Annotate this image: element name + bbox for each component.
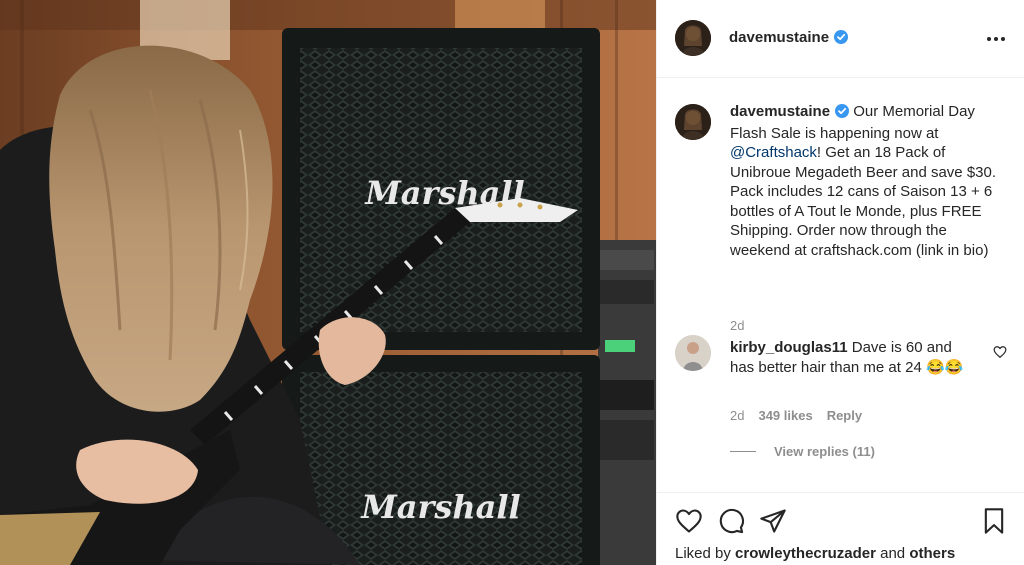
comments-section[interactable]: davemustaine Our Memorial Day Flash Sale… xyxy=(657,78,1024,490)
verified-badge-icon xyxy=(834,30,849,48)
commenter-username[interactable]: kirby_douglas11 xyxy=(730,339,848,356)
author-username[interactable]: davemustaine xyxy=(729,29,829,46)
author-avatar[interactable] xyxy=(675,20,711,56)
liked-by-joiner: and xyxy=(875,545,910,562)
author-username-header[interactable]: davemustaine xyxy=(729,29,849,48)
liked-by-prefix: Liked by xyxy=(675,545,736,562)
caption-text: davemustaine Our Memorial Day Flash Sale… xyxy=(730,102,1005,260)
comment-timestamp: 2d xyxy=(730,408,745,423)
liked-by-line: Liked by crowleythecruzader and others xyxy=(675,545,955,562)
caption-timestamp: 2d xyxy=(730,318,745,333)
liked-by-user-link[interactable]: crowleythecruzader xyxy=(735,545,876,562)
view-replies-label[interactable]: View replies (11) xyxy=(774,444,875,459)
caption-username[interactable]: davemustaine xyxy=(730,103,830,120)
liked-by-others-link[interactable]: others xyxy=(909,545,955,562)
comment-reply-button[interactable]: Reply xyxy=(827,408,862,423)
post-action-bar: Liked by crowleythecruzader and others xyxy=(657,492,1024,565)
verified-badge-icon xyxy=(835,104,850,124)
more-options-icon[interactable] xyxy=(983,26,1009,52)
replies-divider-line xyxy=(730,451,756,452)
view-replies-button[interactable]: View replies (11) xyxy=(730,444,875,459)
caption-author-avatar[interactable] xyxy=(675,104,711,140)
guitarist-photo: Marshall Marshall xyxy=(0,0,656,565)
post-photo[interactable]: Marshall Marshall xyxy=(0,0,656,565)
post-side-panel: davemustaine davemustaine Our Memorial D… xyxy=(656,0,1024,565)
post-header: davemustaine xyxy=(657,0,1024,78)
caption-mention-link[interactable]: @Craftshack xyxy=(730,144,817,161)
comment-icon[interactable] xyxy=(717,507,745,535)
commenter-avatar[interactable] xyxy=(675,335,711,371)
comment-text: kirby_douglas11 Dave is 60 and has bette… xyxy=(730,338,975,377)
instagram-post: Marshall Marshall davemustaine davemusta… xyxy=(0,0,1024,565)
amp-logo-bottom: Marshall xyxy=(360,488,520,526)
comment-like-heart-icon[interactable] xyxy=(993,345,1007,364)
comment-likes-count[interactable]: 349 likes xyxy=(758,408,812,423)
bookmark-icon[interactable] xyxy=(980,507,1008,535)
share-icon[interactable] xyxy=(759,507,787,535)
comment-meta: 2d 349 likes Reply xyxy=(730,408,862,423)
heart-icon[interactable] xyxy=(675,507,703,535)
caption-body-end: ! Get an 18 Pack of Unibroue Megadeth Be… xyxy=(730,144,997,259)
